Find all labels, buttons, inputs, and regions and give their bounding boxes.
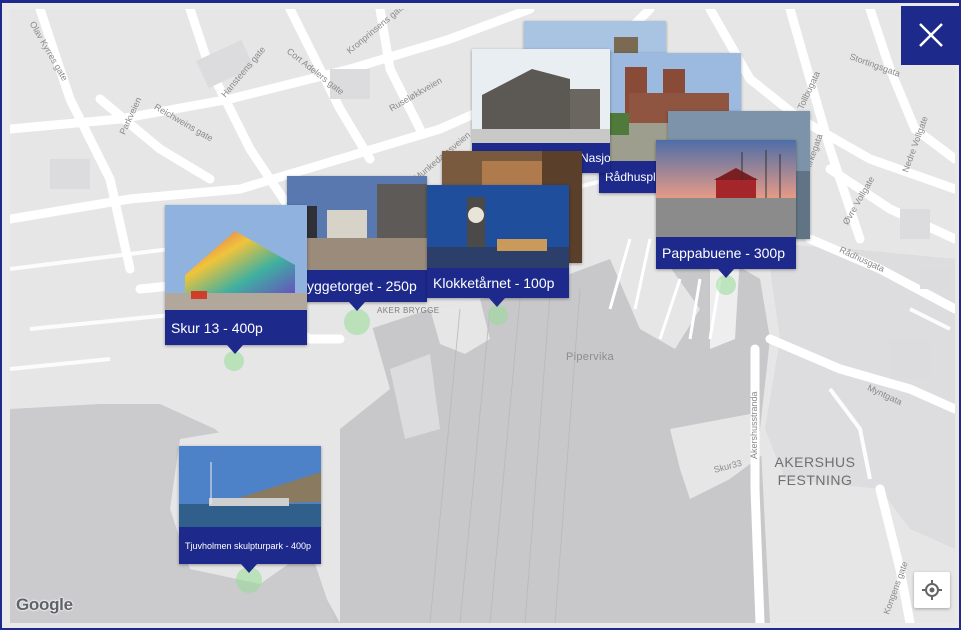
- map-marker[interactable]: [716, 275, 736, 295]
- card-pointer: [718, 269, 734, 278]
- location-photo: [179, 446, 321, 527]
- close-button[interactable]: [901, 6, 961, 65]
- location-card-klokketarnet[interactable]: Klokketårnet - 100p: [427, 185, 569, 307]
- location-card-bryggetorget[interactable]: Bryggetorget - 250p: [287, 176, 427, 311]
- area-label-pipervika: Pipervika: [566, 351, 614, 363]
- location-card-skur13[interactable]: Skur 13 - 400p: [165, 205, 307, 354]
- card-pointer: [349, 302, 365, 311]
- map-modal: Olav Kyrres gate Hansteens gate Cort Ade…: [0, 0, 961, 630]
- my-location-button[interactable]: [914, 572, 950, 608]
- location-photo: [165, 205, 307, 310]
- map-view[interactable]: Olav Kyrres gate Hansteens gate Cort Ade…: [10, 9, 955, 623]
- location-photo: [287, 176, 427, 270]
- close-icon: [919, 23, 943, 47]
- google-logo: Google: [16, 595, 73, 614]
- map-marker[interactable]: [224, 351, 244, 371]
- location-title: Skur 13 - 400p: [171, 319, 263, 336]
- location-photo: [656, 140, 796, 237]
- card-pointer: [241, 564, 257, 573]
- area-label-aker-brygge: AKER BRYGGE: [377, 306, 440, 315]
- map-marker[interactable]: [344, 309, 370, 335]
- street-label: Akershusstranda: [749, 391, 759, 459]
- area-label-line: AKERSHUS: [774, 454, 856, 470]
- location-title: Pappabuene - 300p: [662, 245, 785, 261]
- location-card-pappabuene[interactable]: Pappabuene - 300p: [656, 140, 796, 278]
- location-title: Bryggetorget - 250p: [293, 278, 417, 294]
- map-marker[interactable]: [488, 305, 508, 325]
- location-card-tjuvholmen[interactable]: Tjuvholmen skulpturpark - 400p: [179, 446, 321, 573]
- location-title: Tjuvholmen skulpturpark - 400p: [185, 540, 312, 551]
- card-pointer: [489, 298, 505, 307]
- area-label-line: FESTNING: [777, 472, 853, 488]
- crosshair-icon: [922, 580, 942, 600]
- location-photo: [427, 185, 569, 268]
- area-label-akershus: AKERSHUS FESTNING: [770, 453, 860, 489]
- location-title: Klokketårnet - 100p: [433, 275, 555, 291]
- location-photo: [472, 49, 610, 143]
- card-pointer: [227, 345, 243, 354]
